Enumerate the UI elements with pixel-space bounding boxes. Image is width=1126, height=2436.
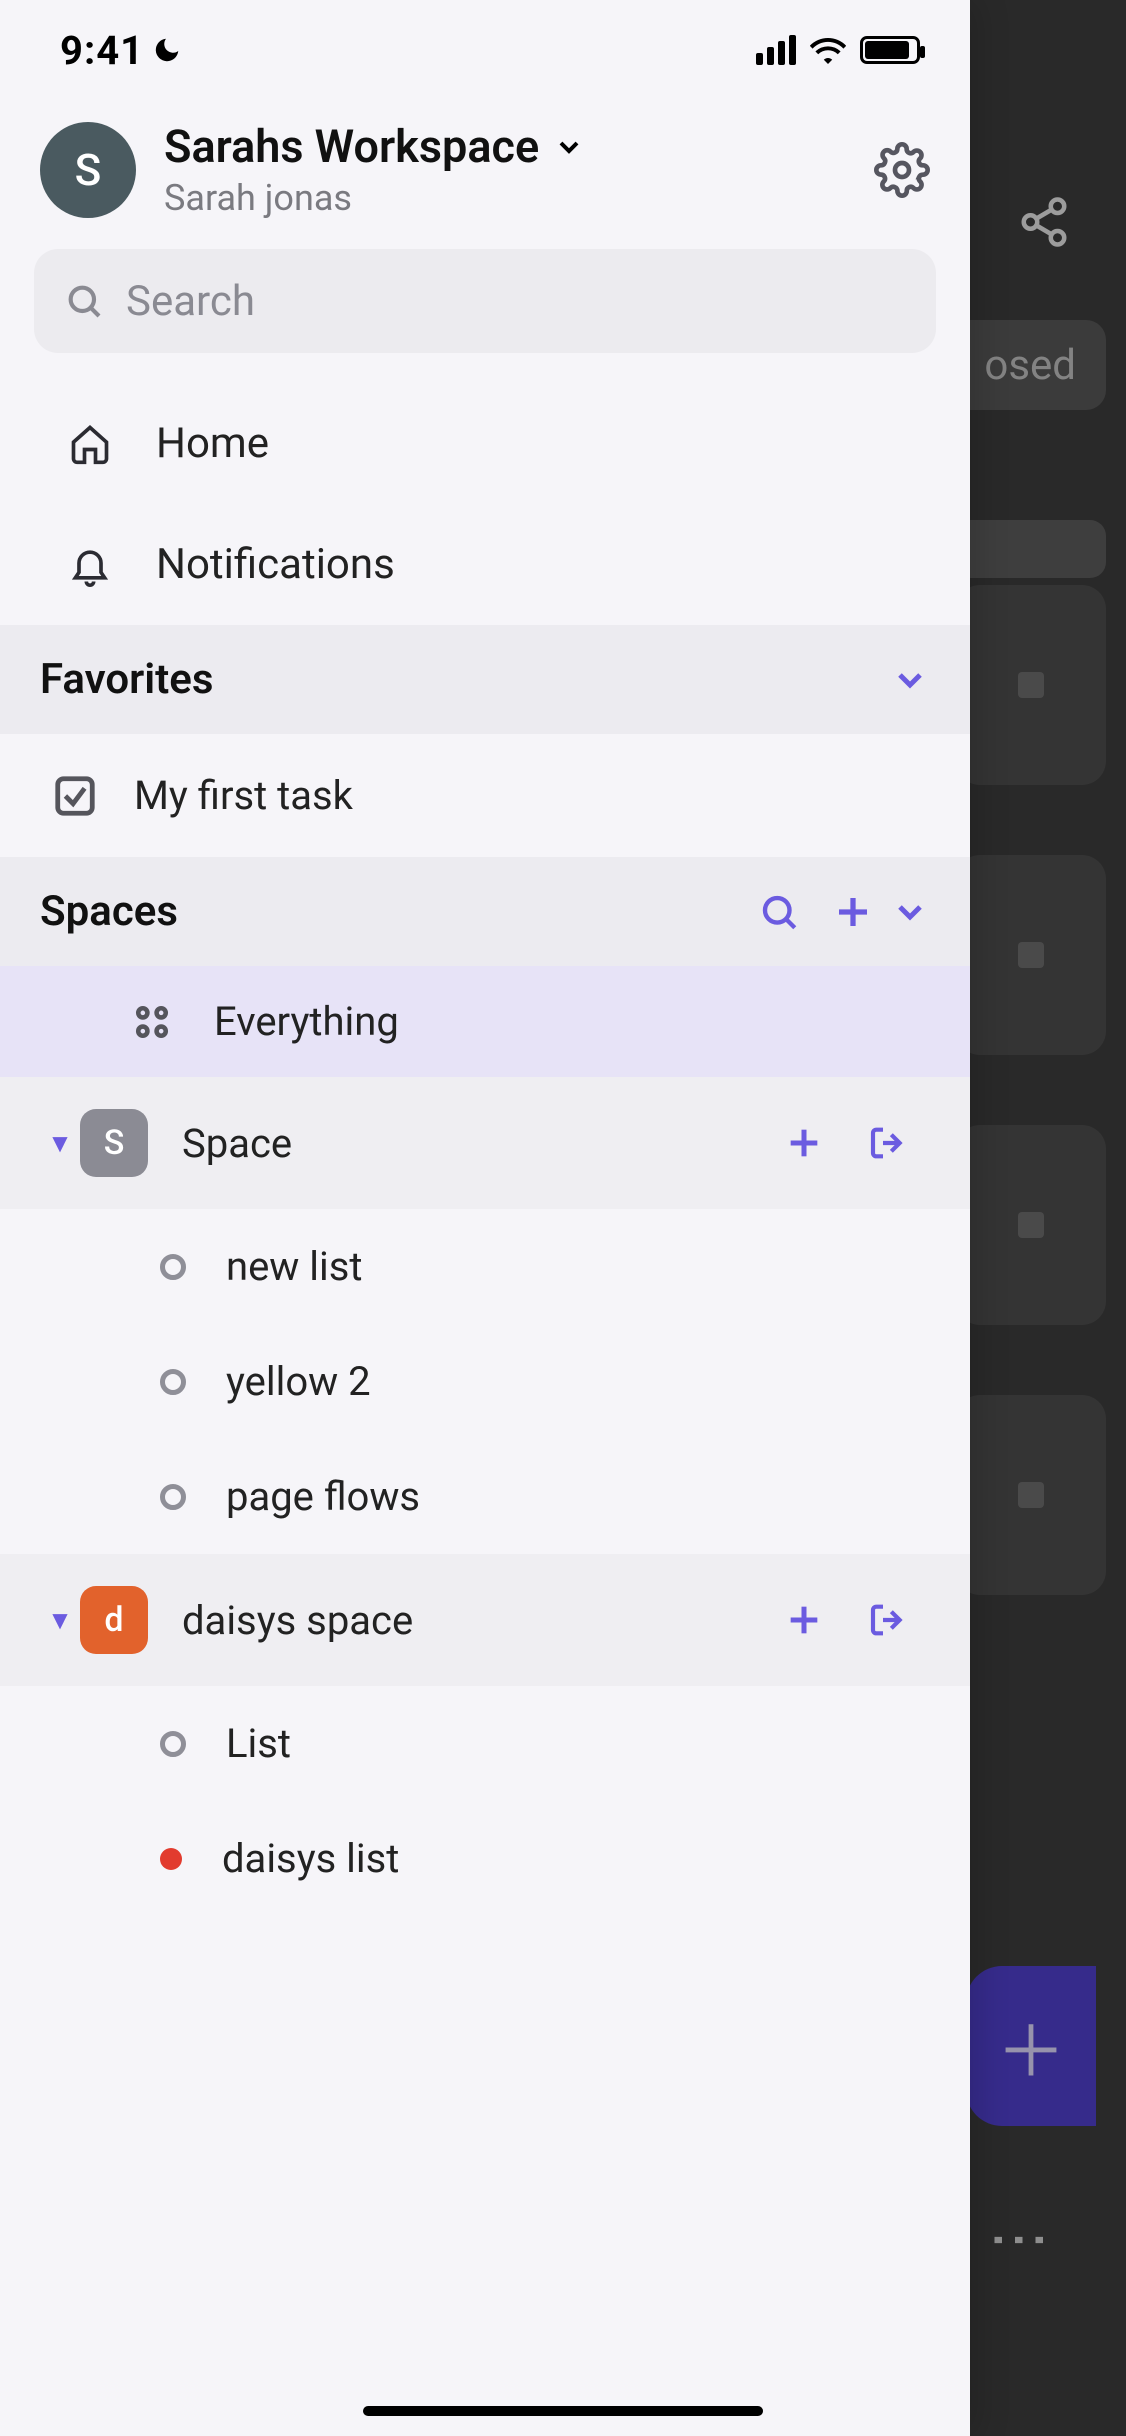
chevron-down-icon (553, 131, 585, 163)
list-name: List (226, 1720, 291, 1767)
task-check-icon (52, 773, 98, 819)
nav-label: Notifications (156, 540, 395, 589)
space-row[interactable]: ▼ S Space (0, 1077, 970, 1209)
section-title: Favorites (40, 655, 213, 704)
list-row[interactable]: daisys list (0, 1801, 970, 1916)
nav-label: Home (156, 419, 269, 468)
list-row[interactable]: yellow 2 (0, 1324, 970, 1439)
search-icon (758, 891, 800, 933)
favorite-label: My first task (134, 772, 353, 819)
exit-icon (868, 1600, 908, 1640)
do-not-disturb-icon (152, 35, 182, 65)
space-open-button[interactable] (846, 1123, 930, 1163)
home-indicator (363, 2406, 763, 2416)
home-icon (68, 422, 112, 466)
plus-icon (784, 1123, 824, 1163)
list-name: daisys list (222, 1835, 399, 1882)
workspace-name: Sarahs Workspace (164, 120, 539, 173)
status-time: 9:41 (60, 27, 182, 74)
cellular-signal-icon (756, 35, 796, 65)
list-row[interactable]: page flows (0, 1439, 970, 1554)
list-row[interactable]: List (0, 1686, 970, 1801)
nav-notifications[interactable]: Notifications (0, 504, 970, 625)
plus-icon (784, 1600, 824, 1640)
spaces-header[interactable]: Spaces (0, 857, 970, 966)
space-badge: d (80, 1586, 148, 1654)
list-color-dot (160, 1848, 182, 1870)
favorite-item[interactable]: My first task (0, 734, 970, 857)
bell-icon (68, 543, 112, 587)
workspace-avatar[interactable]: S (40, 122, 136, 218)
space-name: daisys space (182, 1597, 762, 1644)
space-row[interactable]: ▼ d daisys space (0, 1554, 970, 1686)
list-color-dot (160, 1369, 186, 1395)
workspace-switcher[interactable]: Sarahs Workspace (164, 120, 846, 173)
list-name: new list (226, 1243, 362, 1290)
search-icon (64, 281, 104, 321)
caret-down-icon: ▼ (40, 1128, 80, 1159)
everything-row[interactable]: Everything (0, 966, 970, 1077)
exit-icon (868, 1123, 908, 1163)
user-name: Sarah jonas (164, 177, 846, 219)
everything-label: Everything (214, 998, 930, 1045)
list-row[interactable]: new list (0, 1209, 970, 1324)
list-color-dot (160, 1484, 186, 1510)
wifi-icon (810, 36, 846, 64)
settings-button[interactable] (874, 142, 930, 198)
caret-down-icon: ▼ (40, 1605, 80, 1636)
list-color-dot (160, 1731, 186, 1757)
section-title: Spaces (40, 887, 178, 936)
status-bar: 9:41 (0, 0, 970, 100)
space-add-button[interactable] (762, 1600, 846, 1640)
favorites-header[interactable]: Favorites (0, 625, 970, 734)
spaces-search-button[interactable] (742, 891, 816, 933)
list-name: page flows (226, 1473, 420, 1520)
space-open-button[interactable] (846, 1600, 930, 1640)
list-name: yellow 2 (226, 1358, 371, 1405)
gear-icon (874, 142, 930, 198)
plus-icon (832, 891, 874, 933)
chevron-down-icon (890, 660, 930, 700)
everything-icon (130, 1000, 174, 1044)
spaces-add-button[interactable] (816, 891, 890, 933)
space-name: Space (182, 1120, 762, 1167)
list-color-dot (160, 1254, 186, 1280)
nav-home[interactable]: Home (0, 383, 970, 504)
battery-icon (860, 36, 920, 64)
chevron-down-icon (890, 892, 930, 932)
sidebar-panel: 9:41 S Sarahs Workspace Sarah jonas (0, 0, 970, 2436)
space-badge: S (80, 1109, 148, 1177)
search-input[interactable]: Search (34, 249, 936, 353)
search-placeholder: Search (126, 277, 255, 326)
workspace-header: S Sarahs Workspace Sarah jonas (0, 100, 970, 249)
space-add-button[interactable] (762, 1123, 846, 1163)
